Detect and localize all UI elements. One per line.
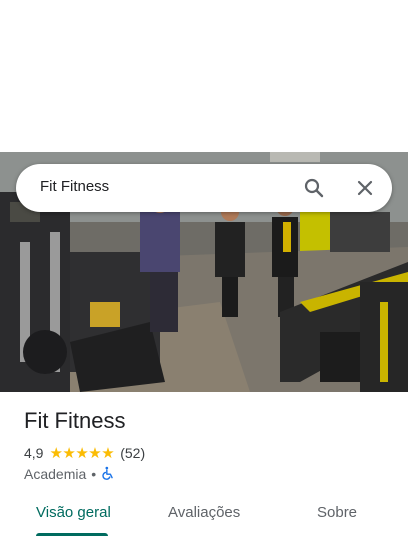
- category-row: Academia •: [24, 465, 115, 483]
- tab-about[interactable]: Sobre: [317, 504, 357, 521]
- separator-dot: •: [91, 466, 97, 482]
- active-tab-indicator: [36, 533, 108, 536]
- place-title: Fit Fitness: [24, 408, 126, 433]
- rating-stars: ★★★★★: [49, 445, 115, 462]
- rating-value: 4,9: [24, 445, 44, 461]
- category-label[interactable]: Academia: [24, 466, 86, 482]
- place-tabs: Visão geral Avaliações Sobre: [0, 496, 408, 536]
- tab-overview[interactable]: Visão geral: [36, 504, 111, 521]
- rating-row[interactable]: 4,9 ★★★★★ (52): [24, 444, 145, 462]
- wheelchair-icon: [101, 466, 115, 483]
- close-icon[interactable]: [353, 176, 377, 200]
- search-bar[interactable]: Fit Fitness: [16, 164, 392, 212]
- search-input[interactable]: Fit Fitness: [40, 178, 109, 195]
- review-count[interactable]: (52): [120, 445, 145, 461]
- search-icon[interactable]: [302, 176, 326, 200]
- tab-reviews[interactable]: Avaliações: [168, 504, 240, 521]
- top-blank-area: [0, 0, 408, 152]
